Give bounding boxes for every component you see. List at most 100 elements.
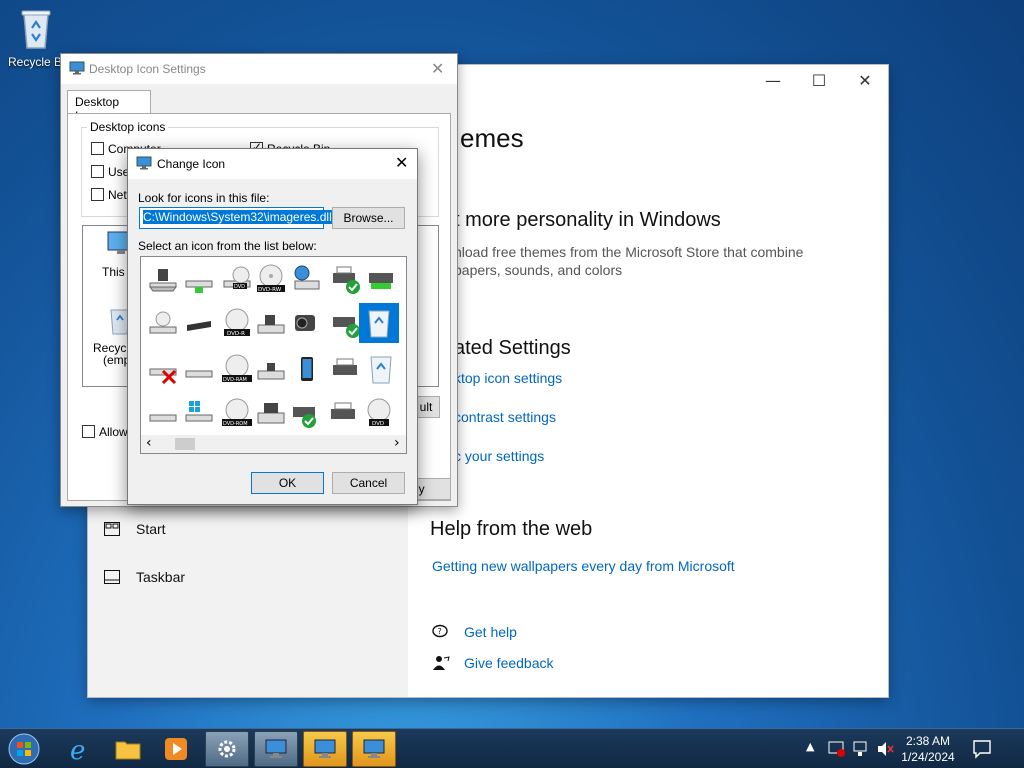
display-settings-icon [363, 739, 385, 758]
icon-file-path-input[interactable]: C:\Windows\System32\imageres.dll [139, 207, 332, 229]
icon-item[interactable] [325, 349, 365, 389]
icon-item[interactable] [361, 349, 401, 389]
change-icon-dialog: Change Icon ✕ Look for icons in this fil… [127, 148, 418, 505]
clock[interactable]: 2:38 AM 1/24/2024 [896, 733, 960, 765]
user-files-checkbox[interactable] [91, 165, 104, 178]
maximize-button[interactable]: ☐ [796, 69, 842, 93]
notifications-icon[interactable] [972, 739, 992, 759]
icon-item[interactable] [179, 393, 219, 433]
svg-text:e: e [70, 736, 85, 763]
close-button[interactable]: ✕ [842, 69, 888, 93]
taskbar-ie[interactable]: e [58, 731, 102, 767]
browse-button[interactable]: Browse... [332, 207, 405, 229]
icon-item[interactable] [287, 259, 327, 299]
windows-orb-icon [8, 733, 40, 765]
drive-icon [149, 269, 177, 292]
icon-item[interactable] [287, 349, 327, 389]
scroll-left-arrow[interactable]: ‹ [146, 435, 152, 451]
taskbar-desktop-icon-settings[interactable] [303, 731, 347, 767]
icon-item[interactable] [287, 303, 327, 343]
computer-checkbox[interactable] [91, 142, 104, 155]
icon-item[interactable] [143, 303, 183, 343]
sync-settings-link[interactable]: c your settings [454, 448, 544, 464]
icon-item[interactable] [179, 303, 219, 343]
icon-item[interactable] [251, 349, 291, 389]
icon-item[interactable] [179, 349, 219, 389]
nav-start[interactable]: Start [104, 521, 166, 537]
nav-taskbar[interactable]: Taskbar [104, 569, 185, 585]
start-icon [104, 522, 120, 536]
icon-item[interactable] [179, 259, 219, 299]
wallpapers-link[interactable]: Getting new wallpapers every day from Mi… [432, 558, 735, 574]
network-checkbox[interactable] [91, 188, 104, 201]
icon-item[interactable] [325, 259, 365, 299]
tray-expand-icon[interactable]: ▲ [806, 740, 814, 753]
dvd-rom-label: DVD-ROM [223, 421, 248, 427]
icon-item[interactable] [143, 393, 183, 433]
dis-title: Desktop Icon Settings [89, 62, 206, 76]
taskbar-display-settings[interactable] [254, 731, 298, 767]
dvd-rom-icon: DVD-ROM [222, 398, 252, 427]
icon-item[interactable] [323, 393, 363, 433]
get-help-link: Get help [464, 624, 517, 640]
cancel-button[interactable]: Cancel [332, 472, 405, 494]
display-settings-icon [265, 739, 287, 758]
ci-title: Change Icon [157, 157, 226, 171]
drive-icon [149, 414, 177, 422]
give-feedback-row[interactable]: Give feedback [432, 655, 554, 671]
icon-list[interactable]: DVD DVD-RW DVD-R DVD-RAM DVD-ROM DVD ‹ › [140, 256, 407, 454]
high-contrast-settings-link[interactable]: contrast settings [454, 409, 556, 425]
icon-item[interactable] [361, 259, 401, 299]
gear-icon [218, 740, 236, 758]
folder-icon [115, 741, 141, 760]
scroll-thumb[interactable] [175, 438, 195, 450]
nav-start-label: Start [136, 521, 166, 537]
dvd-label: DVD [234, 284, 245, 290]
icon-file-path-value: C:\Windows\System32\imageres.dll [143, 210, 332, 224]
action-center-flag-icon[interactable] [828, 740, 846, 758]
personality-desc-2: papers, sounds, and colors [454, 262, 623, 278]
svg-text:?: ? [438, 627, 442, 636]
tab-desktop-icons[interactable]: Desktop Icons [67, 90, 151, 123]
minimize-button[interactable]: — [750, 69, 796, 93]
icon-item-selected[interactable] [359, 303, 399, 343]
icon-item[interactable] [143, 259, 183, 299]
ok-button[interactable]: OK [251, 472, 324, 494]
desktop-recycle-bin[interactable]: Recycle Bin [4, 6, 68, 76]
system-drive-icon [257, 403, 285, 424]
ci-close-button[interactable]: ✕ [395, 153, 408, 172]
removable-drive-icon [257, 315, 285, 334]
dis-close-button[interactable]: ✕ [431, 59, 444, 78]
display-settings-icon [314, 739, 336, 758]
horizontal-scrollbar[interactable]: ‹ › [141, 435, 406, 453]
display-settings-icon [69, 61, 85, 75]
network-drive-icon [185, 280, 213, 293]
printer-icon [333, 358, 357, 375]
icon-item[interactable] [143, 349, 183, 389]
icon-item[interactable] [287, 393, 327, 433]
help-chat-icon: ? [432, 624, 448, 638]
get-help-row[interactable]: ? Get help [432, 624, 517, 640]
taskbar-media-player[interactable] [154, 731, 198, 767]
printer-green-icon [369, 273, 393, 289]
network-icon[interactable] [852, 740, 870, 758]
allow-themes-checkbox[interactable] [82, 425, 95, 438]
dvd-ram-label: DVD-RAM [223, 377, 247, 383]
icon-item[interactable]: DVD [359, 393, 399, 433]
speaker-muted-icon[interactable] [876, 740, 894, 758]
icon-item[interactable] [251, 303, 291, 343]
give-feedback-link: Give feedback [464, 655, 554, 671]
taskbar-settings[interactable] [205, 731, 249, 767]
look-for-label: Look for icons in this file: [138, 191, 270, 205]
windows-drive-icon [185, 401, 213, 422]
icon-item[interactable] [251, 393, 291, 433]
taskbar-change-icon[interactable] [352, 731, 396, 767]
scroll-right-arrow[interactable]: › [394, 435, 400, 451]
apply-button[interactable]: ly [413, 478, 451, 500]
cd-drive-icon [149, 311, 177, 334]
taskbar-explorer[interactable] [106, 731, 150, 767]
desktop-icon-settings-link[interactable]: ktop icon settings [454, 370, 562, 386]
start-button[interactable] [4, 731, 44, 767]
icon-item[interactable]: DVD-RW [251, 259, 291, 299]
dvd-r-label: DVD-R [227, 331, 245, 337]
